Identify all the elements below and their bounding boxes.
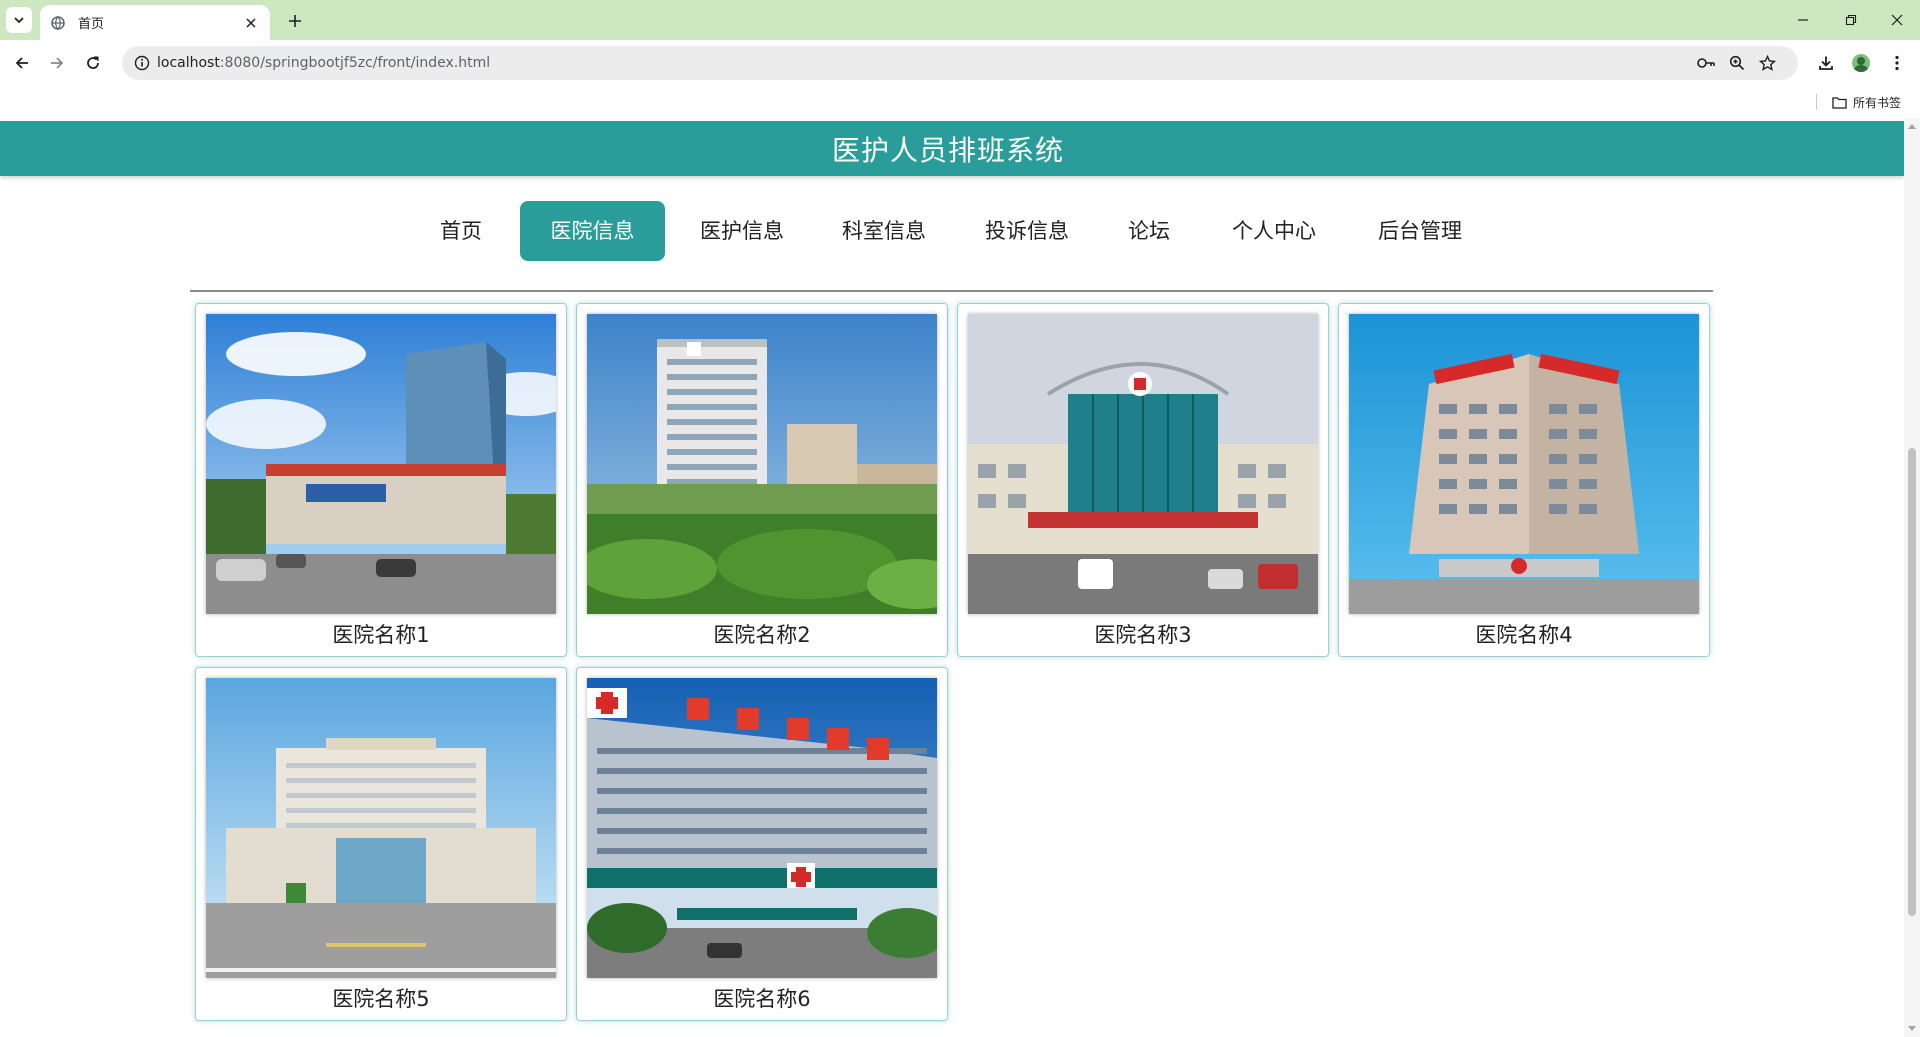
close-window-button[interactable]: [1874, 6, 1920, 34]
arrow-right-icon: [51, 57, 64, 69]
address-bar[interactable]: localhost:8080/springbootjf5zc/front/ind…: [122, 46, 1798, 80]
site-header: 医护人员排班系统: [0, 121, 1904, 176]
bookmarks-bar: 所有书签: [0, 86, 1920, 118]
bookmarks-separator: [1816, 94, 1817, 110]
hospital-card[interactable]: 医院名称5: [195, 667, 567, 1021]
restore-icon: [1845, 14, 1857, 26]
hospital-card[interactable]: 医院名称1: [195, 303, 567, 657]
nav-admin[interactable]: 后台管理: [1370, 201, 1470, 261]
page-viewport: 医护人员排班系统 首页 医院信息 医护信息 科室信息 投诉信息 论坛 个人中心 …: [0, 118, 1904, 1037]
zoom-icon[interactable]: [1725, 51, 1749, 75]
downloads-button[interactable]: [1812, 49, 1840, 77]
new-tab-button[interactable]: [282, 8, 308, 34]
hospital-name[interactable]: 医院名称2: [577, 618, 947, 652]
globe-icon: [50, 15, 66, 31]
page-scrollbar[interactable]: [1904, 118, 1920, 1037]
hospital-photo: [968, 314, 1318, 614]
plus-icon: [289, 15, 301, 27]
hospital-photo: [587, 314, 937, 614]
nav-personal-center[interactable]: 个人中心: [1222, 201, 1326, 261]
nav-hospital-info[interactable]: 医院信息: [520, 201, 665, 261]
hospital-name[interactable]: 医院名称5: [196, 982, 566, 1016]
browser-tab[interactable]: 首页: [40, 5, 270, 40]
hospital-name[interactable]: 医院名称6: [577, 982, 947, 1016]
site-info-icon[interactable]: [130, 51, 154, 75]
download-icon: [1819, 56, 1833, 70]
hospital-card[interactable]: 医院名称6: [576, 667, 948, 1021]
nav-divider: [190, 290, 1713, 292]
password-key-icon[interactable]: [1694, 51, 1718, 75]
close-icon[interactable]: [240, 12, 262, 34]
scrollbar-thumb[interactable]: [1908, 448, 1916, 916]
close-icon: [1891, 14, 1903, 26]
browser-toolbar: localhost:8080/springbootjf5zc/front/ind…: [0, 40, 1920, 86]
forward-button[interactable]: [43, 49, 71, 77]
nav-medical-staff-info[interactable]: 医护信息: [692, 201, 792, 261]
nav-complaint-info[interactable]: 投诉信息: [977, 201, 1077, 261]
browser-tab-strip: 首页: [0, 0, 1920, 40]
hospital-photo: [1349, 314, 1699, 614]
all-bookmarks-button[interactable]: 所有书签: [1832, 90, 1901, 114]
nav-department-info[interactable]: 科室信息: [834, 201, 934, 261]
minimize-button[interactable]: [1780, 6, 1826, 34]
hospital-photo: [206, 314, 556, 614]
hospital-photo: [587, 678, 937, 978]
profile-button[interactable]: [1847, 49, 1875, 77]
reload-button[interactable]: [79, 49, 107, 77]
tab-search-button[interactable]: [6, 7, 32, 33]
folder-icon: [1832, 96, 1847, 109]
chevron-down-icon: [14, 17, 24, 24]
hospital-card[interactable]: 医院名称3: [957, 303, 1329, 657]
hospital-photo: [206, 678, 556, 978]
main-nav: 首页 医院信息 医护信息 科室信息 投诉信息 论坛 个人中心 后台管理: [0, 201, 1904, 261]
hospital-name[interactable]: 医院名称4: [1339, 618, 1709, 652]
back-button[interactable]: [8, 49, 36, 77]
hospital-card[interactable]: 医院名称4: [1338, 303, 1710, 657]
more-vertical-icon: [1895, 55, 1899, 71]
bookmark-star-icon[interactable]: [1755, 51, 1779, 75]
nav-forum[interactable]: 论坛: [1122, 201, 1176, 261]
avatar-icon: [1852, 54, 1870, 72]
menu-button[interactable]: [1883, 49, 1911, 77]
scroll-up-icon[interactable]: [1908, 124, 1916, 129]
hospital-card[interactable]: 医院名称2: [576, 303, 948, 657]
nav-home[interactable]: 首页: [430, 201, 492, 261]
reload-icon: [87, 56, 99, 69]
scroll-down-icon[interactable]: [1908, 1026, 1916, 1031]
url-text: localhost:8080/springbootjf5zc/front/ind…: [157, 55, 491, 71]
tab-title: 首页: [78, 17, 105, 32]
hospital-name[interactable]: 医院名称1: [196, 618, 566, 652]
site-title: 医护人员排班系统: [831, 133, 1064, 167]
hospital-name[interactable]: 医院名称3: [958, 618, 1328, 652]
minimize-icon: [1798, 19, 1808, 21]
restore-button[interactable]: [1828, 6, 1874, 34]
arrow-left-icon: [15, 57, 28, 69]
all-bookmarks-label: 所有书签: [1853, 95, 1902, 110]
